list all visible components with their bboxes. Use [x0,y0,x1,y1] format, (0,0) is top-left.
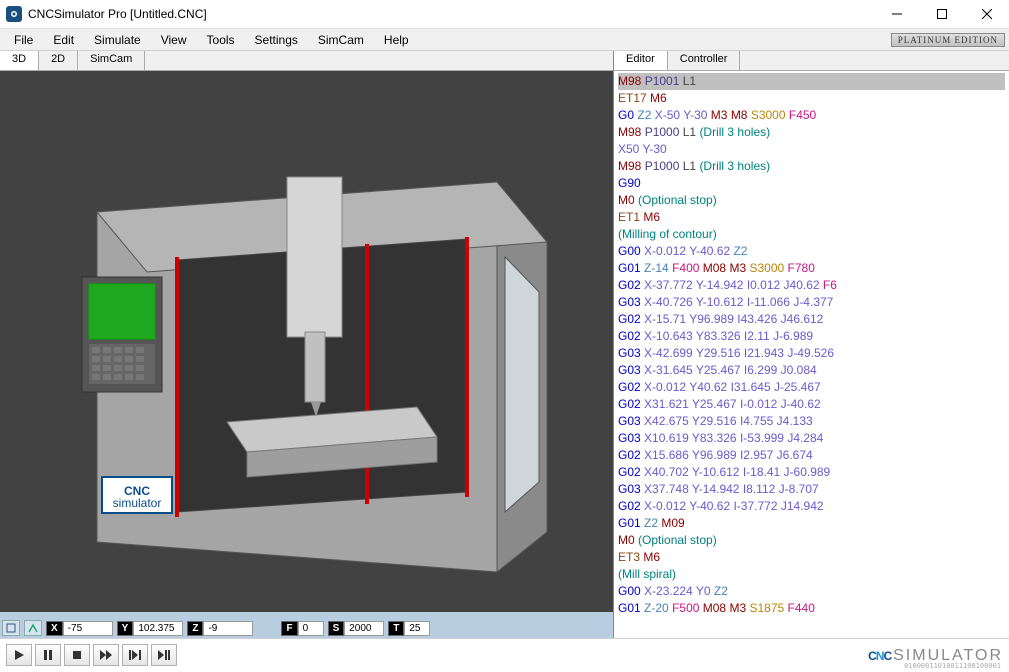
menu-item-tools[interactable]: Tools [197,31,245,49]
coord-x-label: X [46,621,63,636]
code-line[interactable]: (Milling of contour) [618,226,1005,243]
menu-item-simcam[interactable]: SimCam [308,31,374,49]
view-tab-3d[interactable]: 3D [0,51,39,70]
code-line[interactable]: X50 Y-30 [618,141,1005,158]
code-line[interactable]: ET3 M6 [618,549,1005,566]
code-line[interactable]: ET1 M6 [618,209,1005,226]
brand-binary: 01000011010011100100001 [904,662,1001,670]
editor-pane: EditorController M98 P1001 L1ET17 M6G0 Z… [614,51,1009,638]
coord-t: T 25 [388,621,430,636]
editor-tabs: EditorController [614,51,1009,71]
code-line[interactable]: G01 Z2 M09 [618,515,1005,532]
fast-forward-button[interactable] [93,644,119,666]
view-tab-2d[interactable]: 2D [39,51,78,70]
code-line[interactable]: G03 X-31.645 Y25.467 I6.299 J0.084 [618,362,1005,379]
code-line[interactable]: G03 X37.748 Y-14.942 I8.112 J-8.707 [618,481,1005,498]
code-line[interactable]: (Mill spiral) [618,566,1005,583]
code-line[interactable]: G02 X40.702 Y-10.612 I-18.41 J-60.989 [618,464,1005,481]
menu-item-edit[interactable]: Edit [43,31,84,49]
editor-tab-controller[interactable]: Controller [668,51,741,70]
code-line[interactable]: M98 P1000 L1 (Drill 3 holes) [618,124,1005,141]
code-line[interactable]: G01 Z-20 F500 M08 M3 S1875 F440 [618,600,1005,617]
code-line[interactable]: G02 X-37.772 Y-14.942 I0.012 J40.62 F6 [618,277,1005,294]
code-line[interactable]: M98 P1001 L1 [618,73,1005,90]
menu-item-help[interactable]: Help [374,31,419,49]
status-tool-1[interactable] [2,620,20,636]
editor-tab-editor[interactable]: Editor [614,51,668,70]
code-line[interactable]: G01 Z-14 F400 M08 M3 S3000 F780 [618,260,1005,277]
viewport-pane: 3D2DSimCam [0,51,614,638]
code-line[interactable]: G00 X-23.224 Y0 Z2 [618,583,1005,600]
play-button[interactable] [6,644,32,666]
coord-z: Z -9 [187,621,253,636]
code-line[interactable]: G02 X-0.012 Y-40.62 I-37.772 J14.942 [618,498,1005,515]
window-title: CNCSimulator Pro [Untitled.CNC] [28,7,874,21]
status-bar: X -75 Y 102.375 Z -9 F 0 S 2000 T 2 [0,618,613,638]
titlebar: CNCSimulator Pro [Untitled.CNC] [0,0,1009,28]
code-editor[interactable]: M98 P1001 L1ET17 M6G0 Z2 X-50 Y-30 M3 M8… [614,71,1009,638]
playback-bar: CNC SIMULATOR [0,638,1009,670]
coord-y-value: 102.375 [133,621,183,636]
coord-f: F 0 [281,621,323,636]
step-run-button[interactable] [151,644,177,666]
maximize-button[interactable] [919,0,964,28]
coord-t-label: T [388,621,404,636]
edition-badge: PLATINUM EDITION [891,33,1005,47]
status-tool-2[interactable] [24,620,42,636]
cnc-machine-render: CNC simulator [27,82,587,602]
main-area: 3D2DSimCam [0,50,1009,638]
coord-t-value: 25 [404,621,430,636]
menubar: FileEditSimulateViewToolsSettingsSimCamH… [0,28,1009,50]
code-line[interactable]: G90 [618,175,1005,192]
code-line[interactable]: G03 X-42.699 Y29.516 I21.943 J-49.526 [618,345,1005,362]
code-line[interactable]: ET17 M6 [618,90,1005,107]
code-line[interactable]: M0 (Optional stop) [618,192,1005,209]
coord-f-label: F [281,621,297,636]
view-tab-simcam[interactable]: SimCam [78,51,145,70]
code-line[interactable]: G02 X-0.012 Y40.62 I31.645 J-25.467 [618,379,1005,396]
viewport-3d[interactable]: CNC simulator [0,71,613,618]
code-line[interactable]: G0 Z2 X-50 Y-30 M3 M8 S3000 F450 [618,107,1005,124]
code-line[interactable]: G00 X-0.012 Y-40.62 Z2 [618,243,1005,260]
code-line[interactable]: G02 X15.686 Y96.989 I2.957 J6.674 [618,447,1005,464]
view-tabs: 3D2DSimCam [0,51,613,71]
svg-text:simulator: simulator [112,496,161,510]
step-forward-button[interactable] [122,644,148,666]
coord-y-label: Y [117,621,134,636]
code-line[interactable]: G03 X10.619 Y83.326 I-53.999 J4.284 [618,430,1005,447]
stop-button[interactable] [64,644,90,666]
minimize-button[interactable] [874,0,919,28]
menu-item-simulate[interactable]: Simulate [84,31,151,49]
coord-f-value: 0 [298,621,324,636]
coord-s: S 2000 [328,621,385,636]
pause-button[interactable] [35,644,61,666]
coord-z-value: -9 [203,621,253,636]
code-line[interactable]: G02 X-15.71 Y96.989 I43.426 J46.612 [618,311,1005,328]
app-icon [6,6,22,22]
menu-item-view[interactable]: View [151,31,197,49]
coord-s-value: 2000 [344,621,384,636]
code-line[interactable]: G02 X-10.643 Y83.326 I2.11 J-6.989 [618,328,1005,345]
coord-x: X -75 [46,621,113,636]
coord-x-value: -75 [63,621,113,636]
coord-s-label: S [328,621,345,636]
coord-y: Y 102.375 [117,621,184,636]
code-line[interactable]: G03 X-40.726 Y-10.612 I-11.066 J-4.377 [618,294,1005,311]
code-line[interactable]: M0 (Optional stop) [618,532,1005,549]
menu-item-settings[interactable]: Settings [245,31,308,49]
close-button[interactable] [964,0,1009,28]
code-line[interactable]: M98 P1000 L1 (Drill 3 holes) [618,158,1005,175]
menu-item-file[interactable]: File [4,31,43,49]
coord-z-label: Z [187,621,203,636]
code-line[interactable]: G03 X42.675 Y29.516 I4.755 J4.133 [618,413,1005,430]
code-line[interactable]: G02 X31.621 Y25.467 I-0.012 J-40.62 [618,396,1005,413]
